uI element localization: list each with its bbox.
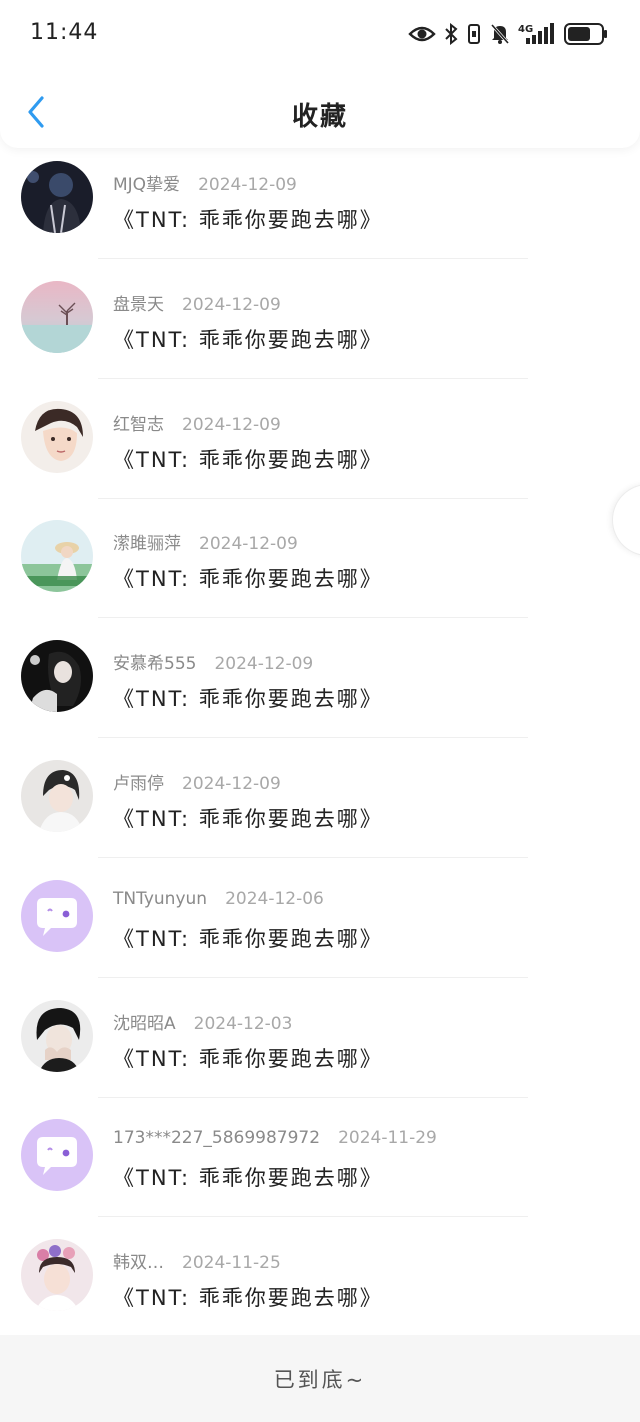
list-item[interactable]: 红智志 2024-12-09 《TNT: 乖乖你要跑去哪》 (0, 380, 640, 500)
page-title: 收藏 (291, 102, 348, 132)
list-item[interactable]: 沈昭昭A 2024-12-03 《TNT: 乖乖你要跑去哪》 (0, 979, 640, 1099)
user-name: 173***227_5869987972 (113, 1128, 321, 1149)
item-date: 2024-12-09 (214, 654, 314, 675)
list-end-footer: 已到底~ (0, 1335, 640, 1422)
item-title[interactable]: 《TNT: 乖乖你要跑去哪》 (113, 803, 383, 833)
item-title[interactable]: 《TNT: 乖乖你要跑去哪》 (113, 1282, 383, 1312)
avatar[interactable] (21, 879, 93, 952)
item-title[interactable]: 《TNT: 乖乖你要跑去哪》 (113, 204, 383, 234)
item-title[interactable]: 《TNT: 乖乖你要跑去哪》 (113, 444, 383, 474)
user-name: 卢雨停 (113, 773, 164, 794)
user-name: TNTyunyun (113, 888, 208, 909)
item-date: 2024-12-06 (225, 888, 324, 909)
item-meta: 盘景天 2024-12-09 (113, 290, 281, 315)
avatar[interactable] (21, 1119, 93, 1192)
item-title[interactable]: 《TNT: 乖乖你要跑去哪》 (113, 683, 383, 713)
bluetooth-icon (444, 23, 458, 45)
list-item[interactable]: 潆雎骊萍 2024-12-09 《TNT: 乖乖你要跑去哪》 (0, 499, 640, 619)
default-avatar-chat-icon (21, 879, 93, 952)
mute-bell-icon (490, 23, 510, 45)
status-bar: 11:44 4G (0, 0, 640, 70)
list-item[interactable]: 韩双… 2024-11-25 《TNT: 乖乖你要跑去哪》 (0, 1218, 640, 1338)
item-date: 2024-12-09 (182, 773, 281, 794)
status-icons: 4G (408, 20, 608, 48)
item-meta: 沈昭昭A 2024-12-03 (113, 1009, 292, 1034)
favorites-list: MJQ挚爱 2024-12-09 《TNT: 乖乖你要跑去哪》 盘景天 2024-1… (0, 140, 640, 1338)
battery-icon (564, 23, 608, 45)
item-title[interactable]: 《TNT: 乖乖你要跑去哪》 (113, 1162, 383, 1192)
item-date: 2024-12-09 (199, 534, 298, 555)
header: 11:44 4G 收藏 (0, 0, 640, 148)
status-time: 11:44 (30, 20, 99, 45)
eye-icon (408, 24, 436, 44)
item-title[interactable]: 《TNT: 乖乖你要跑去哪》 (113, 563, 383, 593)
user-name: 沈昭昭A (113, 1013, 176, 1034)
item-meta: 潆雎骊萍 2024-12-09 (113, 529, 298, 554)
user-name: 安慕希555 (113, 654, 197, 675)
item-title[interactable]: 《TNT: 乖乖你要跑去哪》 (113, 923, 383, 953)
item-meta: 安慕希555 2024-12-09 (113, 649, 313, 674)
list-item[interactable]: 卢雨停 2024-12-09 《TNT: 乖乖你要跑去哪》 (0, 739, 640, 859)
avatar[interactable] (21, 520, 93, 593)
item-date: 2024-11-29 (338, 1128, 437, 1149)
item-date: 2024-12-03 (193, 1013, 293, 1034)
user-name: 潆雎骊萍 (113, 534, 181, 555)
item-meta: TNTyunyun 2024-12-06 (113, 889, 324, 909)
list-item[interactable]: 安慕希555 2024-12-09 《TNT: 乖乖你要跑去哪》 (0, 619, 640, 739)
item-date: 2024-11-25 (182, 1253, 281, 1274)
user-name: 红智志 (113, 414, 164, 435)
item-meta: 173***227_5869987972 2024-11-29 (113, 1128, 437, 1148)
avatar[interactable] (21, 999, 93, 1072)
avatar[interactable] (21, 759, 93, 832)
list-item[interactable]: 盘景天 2024-12-09 《TNT: 乖乖你要跑去哪》 (0, 260, 640, 380)
avatar[interactable] (21, 161, 93, 233)
default-avatar-chat-icon (21, 1119, 93, 1192)
avatar[interactable] (21, 280, 93, 353)
avatar[interactable] (21, 1239, 93, 1312)
user-name: MJQ挚爱 (113, 175, 181, 195)
item-title[interactable]: 《TNT: 乖乖你要跑去哪》 (113, 324, 383, 354)
item-meta: 红智志 2024-12-09 (113, 410, 281, 435)
vibrate-icon (466, 23, 482, 45)
item-date: 2024-12-09 (198, 175, 297, 195)
user-name: 盘景天 (113, 294, 164, 315)
item-title[interactable]: 《TNT: 乖乖你要跑去哪》 (113, 1043, 383, 1073)
item-date: 2024-12-09 (182, 294, 281, 315)
avatar[interactable] (21, 640, 93, 713)
item-meta: 卢雨停 2024-12-09 (113, 769, 281, 794)
list-item[interactable]: TNTyunyun 2024-12-06 《TNT: 乖乖你要跑去哪》 (0, 859, 640, 979)
item-meta: MJQ挚爱 2024-12-09 (113, 170, 297, 195)
list-item[interactable]: MJQ挚爱 2024-12-09 《TNT: 乖乖你要跑去哪》 (0, 140, 640, 260)
nav-bar: 收藏 (0, 78, 640, 148)
signal-4g-icon: 4G (518, 22, 556, 46)
avatar[interactable] (21, 400, 93, 473)
network-label: 4G (518, 24, 533, 35)
user-name: 韩双… (113, 1253, 164, 1274)
item-date: 2024-12-09 (182, 414, 281, 435)
item-meta: 韩双… 2024-11-25 (113, 1248, 281, 1273)
list-item[interactable]: 173***227_5869987972 2024-11-29 《TNT: 乖乖你… (0, 1098, 640, 1218)
